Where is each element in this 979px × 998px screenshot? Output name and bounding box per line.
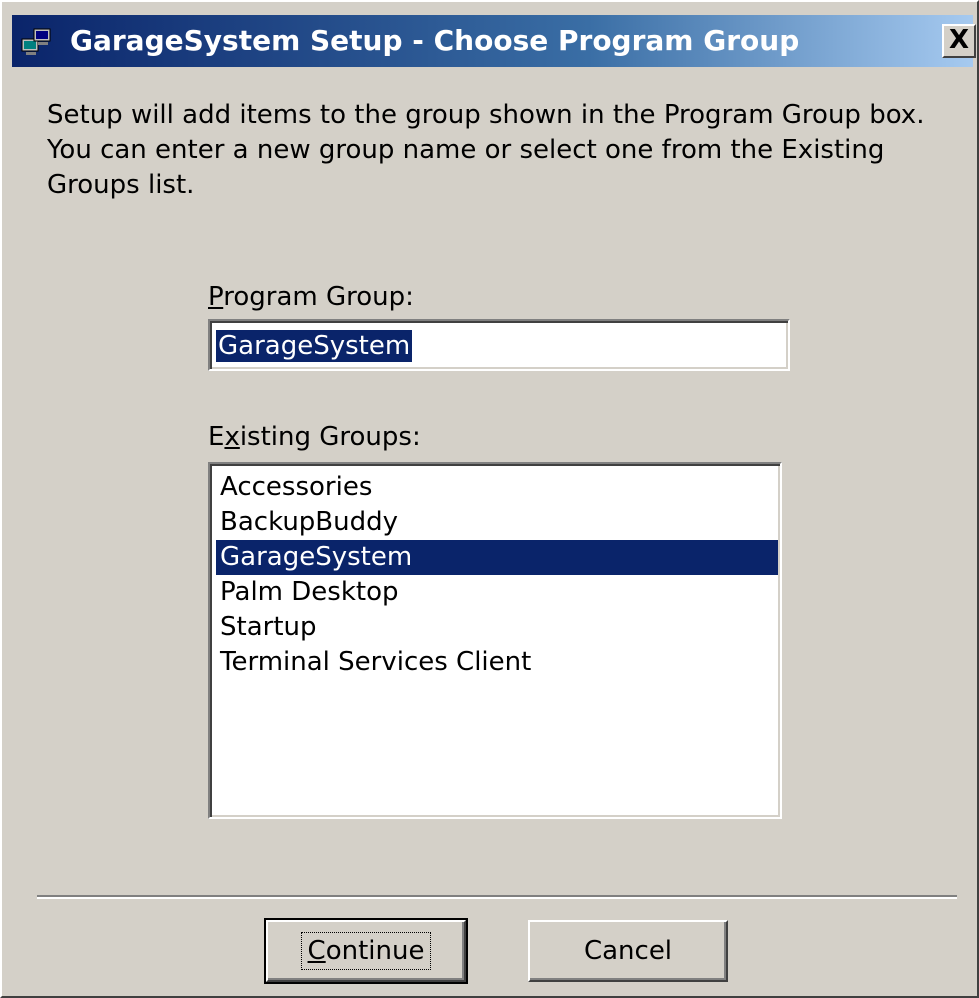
list-item-startup[interactable]: Startup [216, 610, 778, 645]
separator-line [37, 895, 957, 899]
existing-groups-list[interactable]: Accessories BackupBuddy GarageSystem Pal… [208, 462, 782, 819]
title-bar[interactable]: GarageSystem Setup - Choose Program Grou… [12, 15, 976, 67]
existing-groups-label-start: E [208, 422, 225, 452]
close-icon: X [948, 25, 970, 55]
program-group-label-mnemonic: P [208, 282, 224, 312]
cancel-button-label: Cancel [583, 936, 673, 966]
existing-groups-label-mnemonic: x [224, 422, 240, 452]
continue-button[interactable]: Continue [264, 918, 468, 984]
list-item-accessories[interactable]: Accessories [216, 470, 778, 505]
list-item-terminal-services-client[interactable]: Terminal Services Client [216, 645, 778, 680]
instructions-line-3: Groups list. [47, 170, 195, 200]
program-group-label: Program Group: [208, 282, 414, 312]
instructions-line-1: Setup will add items to the group shown … [47, 100, 925, 130]
setup-dialog: GarageSystem Setup - Choose Program Grou… [0, 0, 979, 998]
continue-button-label: Continue [300, 932, 432, 970]
list-item-garagesystem[interactable]: GarageSystem [216, 540, 778, 575]
instructions-line-2: You can enter a new group name or select… [47, 135, 885, 165]
window-title: GarageSystem Setup - Choose Program Grou… [70, 24, 800, 57]
setup-computer-icon [20, 25, 54, 57]
program-group-input[interactable]: GarageSystem [208, 319, 790, 371]
program-group-label-text: rogram Group: [223, 282, 414, 312]
existing-groups-label-text: isting Groups: [239, 422, 421, 452]
continue-text: ontinue [325, 936, 425, 966]
list-item-palm-desktop[interactable]: Palm Desktop [216, 575, 778, 610]
cancel-button[interactable]: Cancel [528, 920, 728, 982]
continue-mnemonic: C [307, 936, 326, 966]
list-item-backupbuddy[interactable]: BackupBuddy [216, 505, 778, 540]
existing-groups-label: Existing Groups: [208, 422, 421, 452]
instructions-text: Setup will add items to the group shown … [47, 98, 947, 203]
close-button[interactable]: X [942, 24, 976, 58]
program-group-value: GarageSystem [216, 330, 413, 362]
